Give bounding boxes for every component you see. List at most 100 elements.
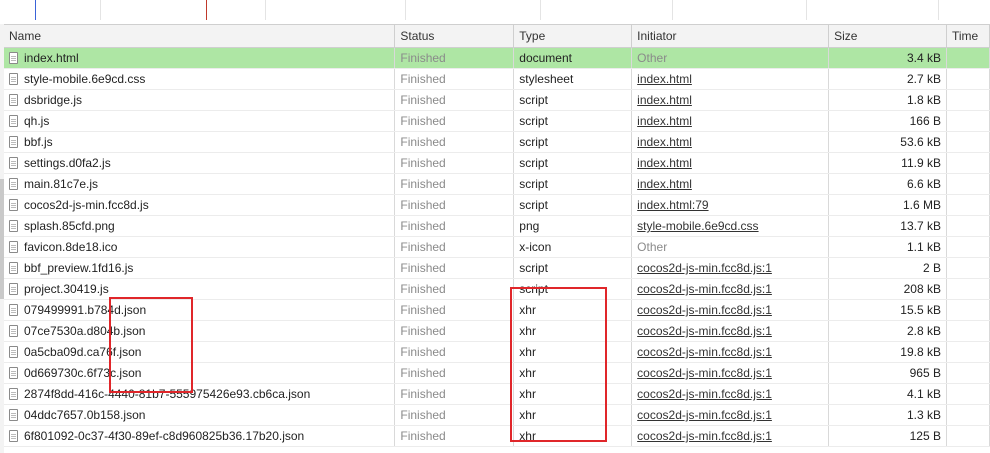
request-name-cell[interactable]: 079499991.b784d.json [4, 299, 396, 321]
request-row[interactable]: index.html Finished document Other 3.4 kB [4, 47, 990, 69]
request-type: script [513, 131, 633, 153]
request-initiator-cell[interactable]: cocos2d-js-min.fcc8d.js:1 [631, 425, 830, 447]
column-header-name[interactable]: Name [4, 25, 396, 48]
column-header-size[interactable]: Size [828, 25, 947, 48]
request-name-cell[interactable]: bbf_preview.1fd16.js [4, 257, 396, 279]
initiator-link[interactable]: style-mobile.6e9cd.css [637, 219, 758, 233]
initiator-text: Other [637, 240, 668, 254]
initiator-link[interactable]: index.html [637, 72, 692, 86]
request-row[interactable]: cocos2d-js-min.fcc8d.js Finished script ind… [4, 194, 990, 216]
file-icon [9, 52, 18, 64]
initiator-link[interactable]: cocos2d-js-min.fcc8d.js:1 [637, 387, 772, 401]
request-initiator-cell[interactable]: index.html [631, 110, 830, 132]
initiator-link[interactable]: cocos2d-js-min.fcc8d.js:1 [637, 303, 772, 317]
request-name-cell[interactable]: 2874f8dd-416c-4440-81b7-555975426e93.cb6… [4, 383, 396, 405]
request-size: 2.7 kB [828, 68, 947, 90]
initiator-link[interactable]: index.html [637, 135, 692, 149]
initiator-link[interactable]: index.html [637, 177, 692, 191]
request-status: Finished [394, 320, 515, 342]
request-name-cell[interactable]: main.81c7e.js [4, 173, 396, 195]
request-name-cell[interactable]: project.30419.js [4, 278, 396, 300]
initiator-link[interactable]: cocos2d-js-min.fcc8d.js:1 [637, 408, 772, 422]
request-name-cell[interactable]: 04ddc7657.0b158.json [4, 404, 396, 426]
request-name-cell[interactable]: index.html [4, 47, 396, 69]
request-row[interactable]: settings.d0fa2.js Finished script index.htm… [4, 152, 990, 174]
request-name-cell[interactable]: 0a5cba09d.ca76f.json [4, 341, 396, 363]
request-initiator-cell: Other [631, 47, 830, 69]
request-type: x-icon [513, 236, 633, 258]
request-name-cell[interactable]: style-mobile.6e9cd.css [4, 68, 396, 90]
column-header-initiator[interactable]: Initiator [631, 25, 830, 48]
request-type: script [513, 194, 633, 216]
request-size: 965 B [828, 362, 947, 384]
initiator-link[interactable]: cocos2d-js-min.fcc8d.js:1 [637, 345, 772, 359]
request-initiator-cell[interactable]: index.html:79 [631, 194, 830, 216]
request-status: Finished [394, 173, 515, 195]
request-status: Finished [394, 68, 515, 90]
initiator-link[interactable]: cocos2d-js-min.fcc8d.js:1 [637, 429, 772, 443]
request-name-cell[interactable]: dsbridge.js [4, 89, 396, 111]
request-row[interactable]: bbf.js Finished script index.html 53.6 kB [4, 131, 990, 153]
file-icon [9, 409, 18, 421]
request-name-cell[interactable]: qh.js [4, 110, 396, 132]
request-name-cell[interactable]: settings.d0fa2.js [4, 152, 396, 174]
request-name-cell[interactable]: favicon.8de18.ico [4, 236, 396, 258]
request-row[interactable]: favicon.8de18.ico Finished x-icon Other 1.1 … [4, 236, 990, 258]
request-initiator-cell[interactable]: index.html [631, 68, 830, 90]
request-time [946, 425, 990, 447]
request-time [946, 194, 990, 216]
initiator-link[interactable]: cocos2d-js-min.fcc8d.js:1 [637, 324, 772, 338]
request-name-cell[interactable]: 0d669730c.6f73c.json [4, 362, 396, 384]
request-initiator-cell[interactable]: index.html [631, 131, 830, 153]
column-header-status[interactable]: Status [394, 25, 515, 48]
file-icon [9, 73, 18, 85]
request-initiator-cell[interactable]: cocos2d-js-min.fcc8d.js:1 [631, 341, 830, 363]
request-initiator-cell[interactable]: cocos2d-js-min.fcc8d.js:1 [631, 383, 830, 405]
request-row[interactable]: 04ddc7657.0b158.json Finished xhr cocos2d-j… [4, 404, 990, 426]
request-row[interactable]: style-mobile.6e9cd.css Finished stylesheet… [4, 68, 990, 90]
request-row[interactable]: bbf_preview.1fd16.js Finished script cocos2… [4, 257, 990, 279]
request-row[interactable]: 6f801092-0c37-4f30-89ef-c8d960825b36.17b… [4, 425, 990, 447]
request-initiator-cell[interactable]: cocos2d-js-min.fcc8d.js:1 [631, 278, 830, 300]
request-initiator-cell[interactable]: cocos2d-js-min.fcc8d.js:1 [631, 299, 830, 321]
request-size: 1.8 kB [828, 89, 947, 111]
request-name-cell[interactable]: bbf.js [4, 131, 396, 153]
request-row[interactable]: qh.js Finished script index.html 166 B [4, 110, 990, 132]
file-icon [9, 430, 18, 442]
annotation-box-xhr-types [510, 287, 607, 442]
dom-content-loaded-marker [35, 0, 36, 20]
request-name-cell[interactable]: cocos2d-js-min.fcc8d.js [4, 194, 396, 216]
request-row[interactable]: splash.85cfd.png Finished png style-mobile.… [4, 215, 990, 237]
request-time [946, 215, 990, 237]
request-initiator-cell[interactable]: cocos2d-js-min.fcc8d.js:1 [631, 320, 830, 342]
request-name-cell[interactable]: 07ce7530a.d804b.json [4, 320, 396, 342]
request-initiator-cell[interactable]: index.html [631, 89, 830, 111]
request-size: 19.8 kB [828, 341, 947, 363]
request-initiator-cell[interactable]: style-mobile.6e9cd.css [631, 215, 830, 237]
request-time [946, 320, 990, 342]
request-name: project.30419.js [24, 282, 109, 296]
request-initiator-cell[interactable]: cocos2d-js-min.fcc8d.js:1 [631, 257, 830, 279]
request-row[interactable]: main.81c7e.js Finished script index.html 6.6… [4, 173, 990, 195]
initiator-link[interactable]: cocos2d-js-min.fcc8d.js:1 [637, 282, 772, 296]
initiator-link[interactable]: index.html [637, 93, 692, 107]
initiator-link[interactable]: index.html:79 [637, 198, 708, 212]
initiator-link[interactable]: index.html [637, 114, 692, 128]
request-size: 1.3 kB [828, 404, 947, 426]
initiator-link[interactable]: index.html [637, 156, 692, 170]
request-time [946, 383, 990, 405]
request-initiator-cell[interactable]: cocos2d-js-min.fcc8d.js:1 [631, 404, 830, 426]
initiator-link[interactable]: cocos2d-js-min.fcc8d.js:1 [637, 261, 772, 275]
timeline-divider [672, 0, 673, 20]
request-initiator-cell[interactable]: index.html [631, 173, 830, 195]
request-initiator-cell[interactable]: index.html [631, 152, 830, 174]
initiator-link[interactable]: cocos2d-js-min.fcc8d.js:1 [637, 366, 772, 380]
request-name-cell[interactable]: splash.85cfd.png [4, 215, 396, 237]
request-size: 1.6 MB [828, 194, 947, 216]
request-name-cell[interactable]: 6f801092-0c37-4f30-89ef-c8d960825b36.17b… [4, 425, 396, 447]
request-row[interactable]: dsbridge.js Finished script index.html 1.8 k… [4, 89, 990, 111]
request-initiator-cell[interactable]: cocos2d-js-min.fcc8d.js:1 [631, 362, 830, 384]
column-header-type[interactable]: Type [513, 25, 633, 48]
column-header-time[interactable]: Time [946, 25, 990, 48]
network-timeline-overview[interactable] [0, 0, 990, 25]
